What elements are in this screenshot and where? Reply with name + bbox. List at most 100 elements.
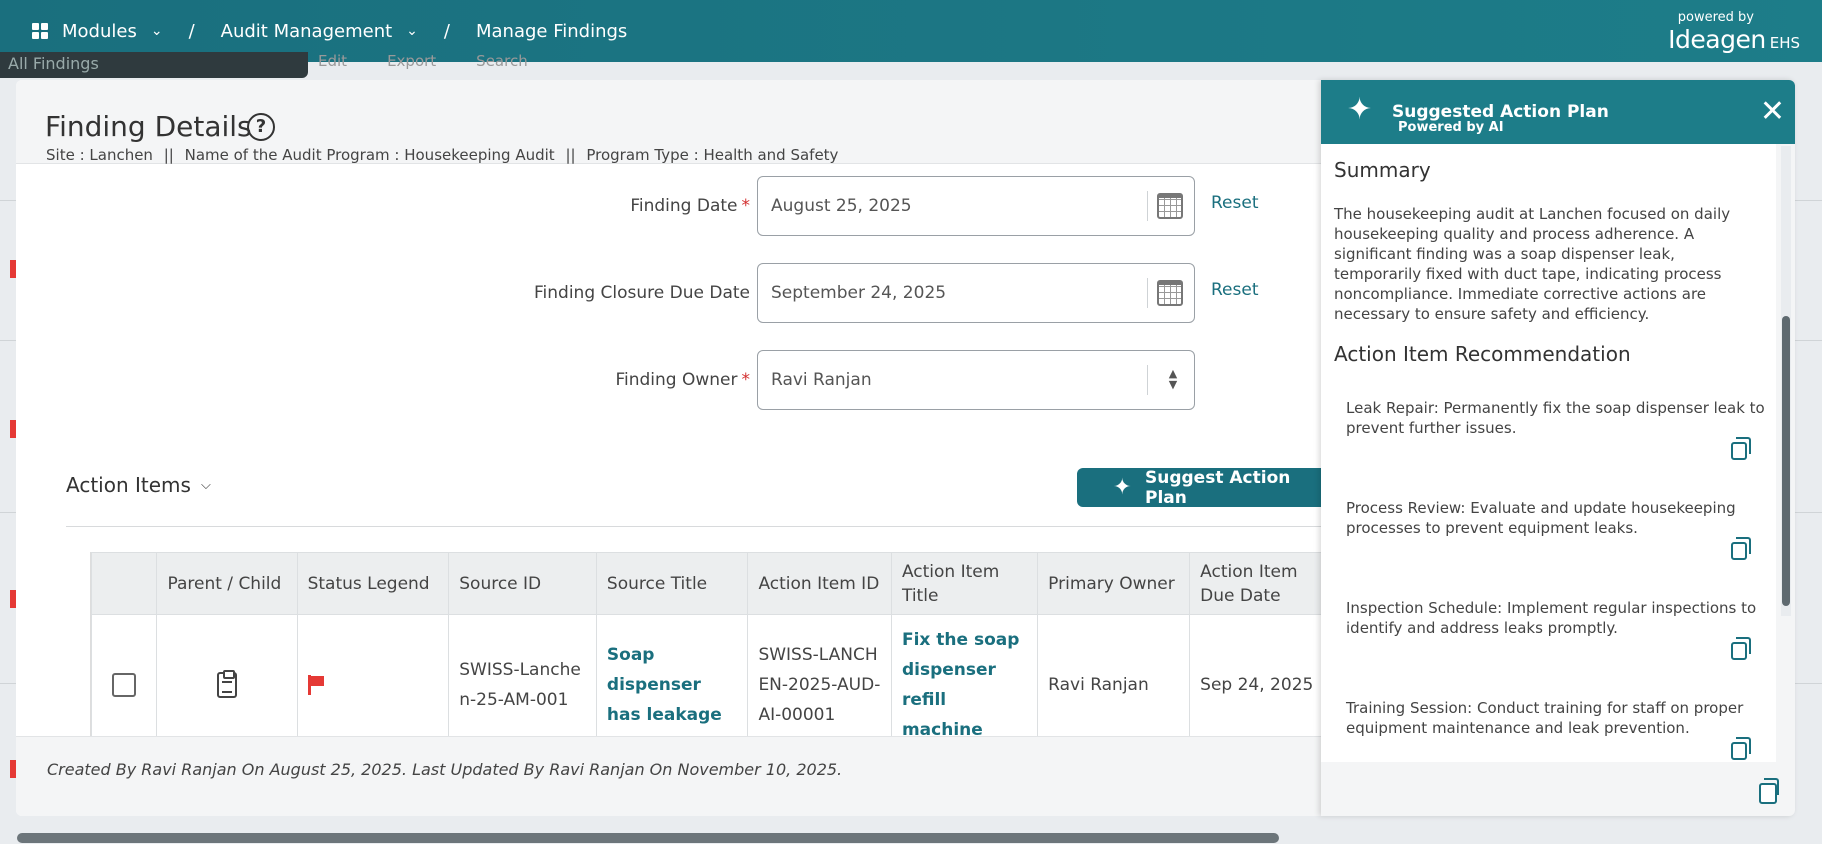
meta-site: Site : Lanchen <box>46 146 153 164</box>
column-header[interactable]: Action Item ID <box>747 552 892 615</box>
status-legend-cell <box>296 614 450 756</box>
recommendation-item: Process Review: Evaluate and update hous… <box>1346 499 1736 537</box>
recommendation-item: Training Session: Conduct training for s… <box>1346 699 1744 737</box>
brand-name: Ideagen <box>1668 25 1766 54</box>
background-export: Export <box>387 52 437 70</box>
divider <box>66 526 1332 527</box>
brand-product: EHS <box>1769 34 1800 52</box>
column-header[interactable]: Source Title <box>595 552 749 615</box>
chevron-down-icon[interactable]: ⌄ <box>406 23 418 39</box>
copy-icon[interactable] <box>1731 437 1751 460</box>
finding-date-field[interactable]: August 25, 2025 <box>757 176 1195 236</box>
modules-grid-icon[interactable] <box>32 23 48 39</box>
background-search: Search <box>476 52 528 70</box>
breadcrumb-manage-findings[interactable]: Manage Findings <box>476 21 627 42</box>
recommendation-item: Leak Repair: Permanently fix the soap di… <box>1346 399 1765 437</box>
finding-owner-select[interactable]: Ravi Ranjan ▲ ▼ <box>757 350 1195 410</box>
table-header-row: Parent / Child Status Legend Source ID S… <box>91 552 1332 615</box>
background-edit: Edit <box>318 52 348 70</box>
source-id-cell: SWISS-Lanchen-25-AM-001 <box>448 614 597 756</box>
due-date-cell: Sep 24, 2025 <box>1189 614 1332 756</box>
help-icon[interactable]: ? <box>247 113 275 141</box>
suggest-action-plan-label: Suggest Action Plan <box>1145 467 1291 508</box>
action-items-table: Parent / Child Status Legend Source ID S… <box>90 552 1332 762</box>
closure-date-row: Finding Closure Due Date September 24, 2… <box>16 263 1332 323</box>
column-header[interactable]: Status Legend <box>296 552 450 615</box>
finding-owner-label: Finding Owner * <box>615 370 750 390</box>
ai-panel-scrollbar[interactable] <box>1781 146 1791 616</box>
select-column-header <box>91 552 158 615</box>
suggest-action-plan-button[interactable]: ✦ Suggest Action Plan <box>1077 467 1332 508</box>
flag-icon <box>307 675 326 695</box>
close-icon[interactable]: ✕ <box>1760 94 1785 129</box>
finding-owner-value: Ravi Ranjan <box>771 370 872 390</box>
column-header[interactable]: Primary Owner <box>1037 552 1191 615</box>
select-arrows-icon[interactable]: ▲ ▼ <box>1166 368 1180 390</box>
column-header[interactable]: Source ID <box>448 552 597 615</box>
brand-logo: powered by Ideagen EHS <box>1668 10 1800 54</box>
ai-panel-title: Suggested Action Plan <box>1392 102 1609 122</box>
scrollbar-thumb[interactable] <box>1782 316 1790 606</box>
breadcrumb-separator: / <box>188 20 195 42</box>
finding-details-modal: Finding Details ? Site : Lanchen || Name… <box>16 80 1332 816</box>
meta-program: Name of the Audit Program : Housekeeping… <box>184 146 555 164</box>
recommendation-heading: Action Item Recommendation <box>1334 342 1631 366</box>
meta-separator: || <box>565 146 576 164</box>
background-tab-all-findings: All Findings <box>0 52 308 78</box>
summary-text: The housekeeping audit at Lanchen focuse… <box>1334 205 1731 323</box>
column-header[interactable]: Action Item Title <box>890 552 1039 615</box>
copy-icon[interactable] <box>1731 537 1751 560</box>
modal-header: Finding Details ? Site : Lanchen || Name… <box>16 80 1332 164</box>
sparkle-icon: ✦ <box>1347 92 1373 127</box>
breadcrumb: Modules ⌄ / Audit Management ⌄ / Manage … <box>0 21 627 42</box>
brand-powered-by: powered by <box>1677 10 1754 25</box>
table-row[interactable]: SWISS-Lanchen-25-AM-001 Soap dispenser h… <box>91 614 1332 756</box>
ai-panel-header: ✦ Suggested Action Plan Powered by AI ✕ <box>1321 80 1795 144</box>
calendar-icon[interactable] <box>1157 280 1183 306</box>
finding-date-value: August 25, 2025 <box>771 196 912 216</box>
closure-date-value: September 24, 2025 <box>771 283 947 303</box>
finding-date-row: Finding Date * August 25, 2025 Reset <box>16 176 1332 236</box>
reset-finding-date-link[interactable]: Reset <box>1211 193 1259 213</box>
finding-meta: Site : Lanchen || Name of the Audit Prog… <box>46 146 844 164</box>
action-items-toggle[interactable]: Action Items ⌵ <box>66 473 211 497</box>
clipboard-icon[interactable] <box>217 670 238 698</box>
recommendation-item: Inspection Schedule: Implement regular i… <box>1346 599 1757 637</box>
chevron-down-icon[interactable]: ⌄ <box>151 23 163 39</box>
copy-icon[interactable] <box>1731 637 1751 660</box>
copy-all-icon[interactable] <box>1759 778 1779 804</box>
source-title-link[interactable]: Soap dispenser has leakage <box>595 614 749 756</box>
finding-date-label: Finding Date * <box>630 196 750 216</box>
ai-panel-body[interactable]: Summary The housekeeping audit at Lanche… <box>1321 144 1776 762</box>
copy-icon[interactable] <box>1731 737 1751 760</box>
parent-child-cell <box>156 614 298 756</box>
action-item-title-link[interactable]: Fix the soap dispenser refill machine <box>890 614 1039 756</box>
row-checkbox[interactable] <box>112 673 137 697</box>
column-header[interactable]: Parent / Child <box>156 552 298 615</box>
action-item-id-cell: SWISS-LANCHEN-2025-AUD-AI-00001 <box>747 614 892 756</box>
column-header[interactable]: Action Item Due Date <box>1189 552 1332 615</box>
closure-date-field[interactable]: September 24, 2025 <box>757 263 1195 323</box>
finding-owner-row: Finding Owner * Ravi Ranjan ▲ ▼ <box>16 350 1332 410</box>
meta-separator: || <box>163 146 174 164</box>
closure-date-label: Finding Closure Due Date <box>534 283 750 303</box>
summary-heading: Summary <box>1334 158 1431 182</box>
modal-footer: Created By Ravi Ranjan On August 25, 202… <box>16 736 1332 816</box>
sparkle-icon: ✦ <box>1113 475 1132 500</box>
primary-owner-cell: Ravi Ranjan <box>1037 614 1191 756</box>
row-select-cell <box>91 614 158 756</box>
calendar-icon[interactable] <box>1157 193 1183 219</box>
background-toolbar: Edit Export Search <box>318 52 528 70</box>
meta-program-type: Program Type : Health and Safety <box>586 146 839 164</box>
page-title: Finding Details <box>45 110 252 143</box>
ai-panel-subtitle: Powered by AI <box>1398 120 1504 135</box>
chevron-down-icon[interactable]: ⌵ <box>201 478 211 493</box>
breadcrumb-audit-management[interactable]: Audit Management <box>221 21 393 42</box>
action-items-title: Action Items <box>66 473 191 497</box>
suggested-action-plan-panel: ✦ Suggested Action Plan Powered by AI ✕ … <box>1321 80 1795 816</box>
breadcrumb-separator: / <box>443 20 450 42</box>
reset-closure-date-link[interactable]: Reset <box>1211 280 1259 300</box>
breadcrumb-modules[interactable]: Modules <box>62 21 137 42</box>
audit-trail-text: Created By Ravi Ranjan On August 25, 202… <box>47 760 843 779</box>
horizontal-scrollbar[interactable] <box>17 833 1279 843</box>
